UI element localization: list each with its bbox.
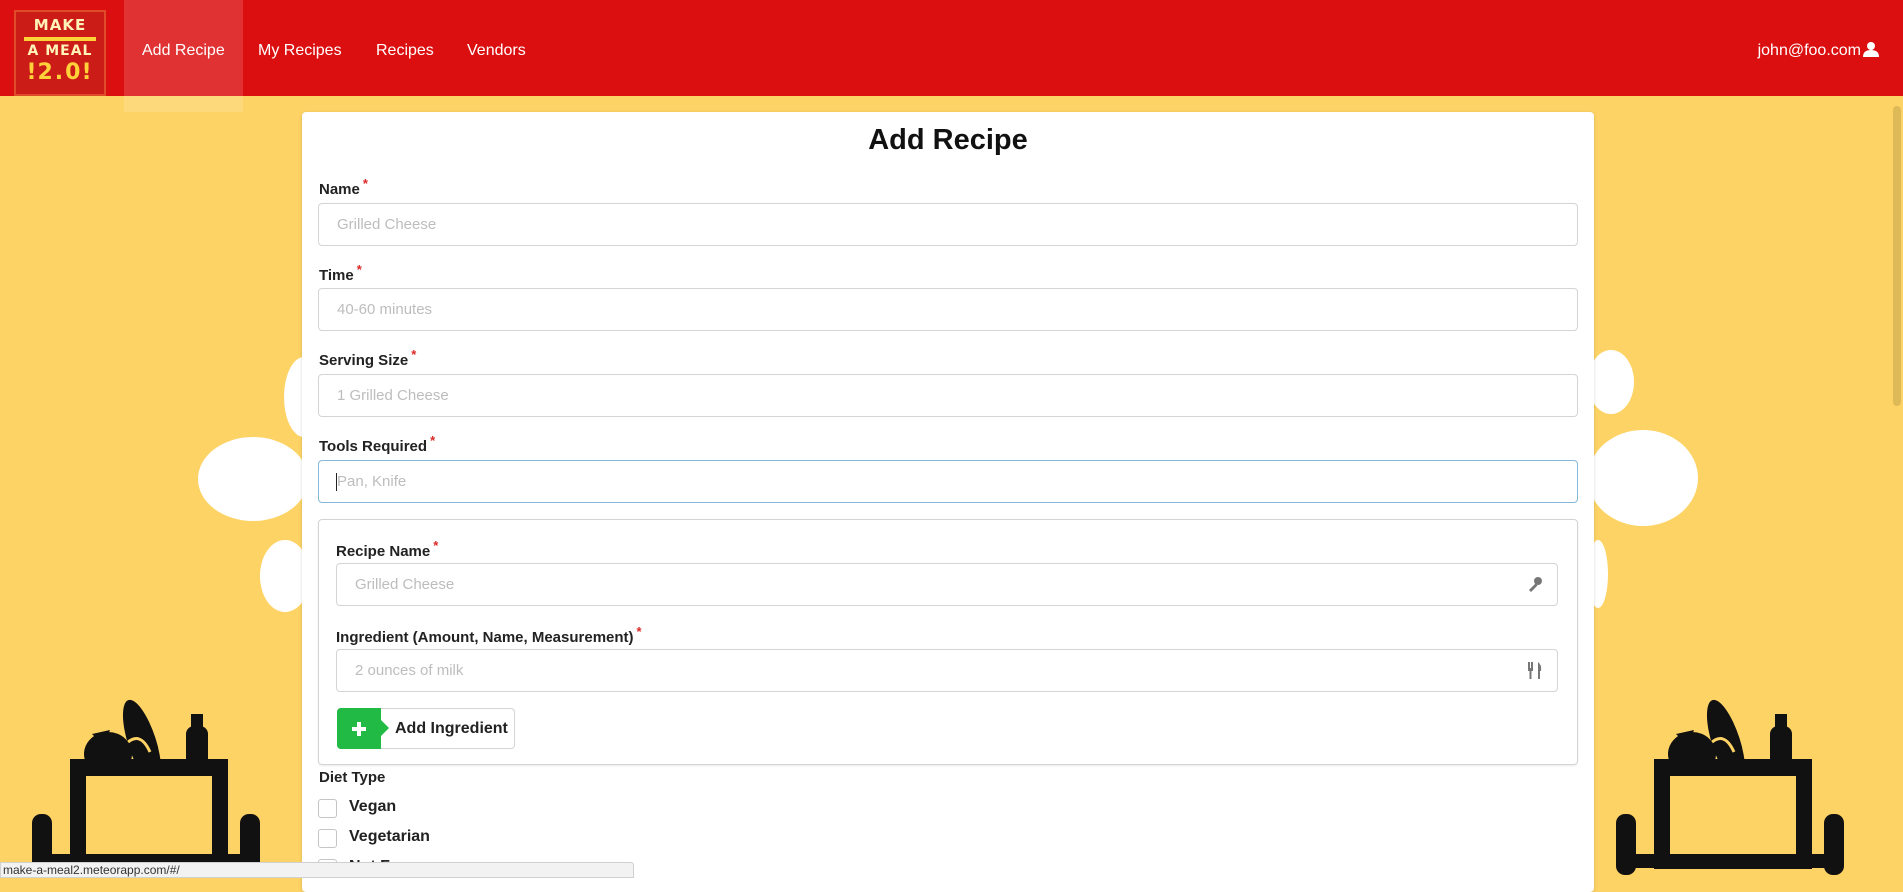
- required-mark: *: [636, 624, 642, 639]
- name-input[interactable]: Grilled Cheese: [318, 203, 1578, 246]
- fork-icon: ǃ: [82, 60, 93, 85]
- nav-vendors[interactable]: Vendors: [449, 0, 544, 96]
- user-icon: [1863, 42, 1879, 57]
- status-bar-url: make-a-meal2.meteorapp.com/#/: [0, 862, 634, 878]
- ingredient-input[interactable]: 2 ounces of milk: [336, 649, 1558, 692]
- vegan-label[interactable]: Vegan: [349, 798, 396, 816]
- recipe-name-placeholder: Grilled Cheese: [355, 576, 455, 593]
- logo-text-line1: MAKE: [33, 16, 87, 34]
- key-icon: [1529, 577, 1542, 592]
- add-recipe-form: Add Recipe Name * Grilled Cheese Time * 40…: [302, 112, 1594, 892]
- time-input[interactable]: 40-60 minutes: [318, 288, 1578, 331]
- page-title: Add Recipe: [868, 124, 1028, 156]
- grocery-basket-icon: [32, 699, 260, 875]
- user-menu[interactable]: john@foo.com: [1758, 0, 1879, 96]
- name-label: Name *: [319, 176, 368, 198]
- tools-placeholder: Pan, Knife: [337, 473, 407, 490]
- ingredient-placeholder: 2 ounces of milk: [355, 662, 464, 679]
- nav-add-recipe[interactable]: Add Recipe: [124, 0, 243, 112]
- nav-my-recipes[interactable]: My Recipes: [240, 0, 360, 96]
- background-blob: [1588, 430, 1698, 526]
- name-placeholder: Grilled Cheese: [337, 216, 437, 233]
- vegan-checkbox[interactable]: [318, 799, 337, 818]
- ingredient-section: Recipe Name * Grilled Cheese Ingredient (…: [318, 519, 1578, 765]
- required-mark: *: [411, 347, 417, 362]
- background-blob: [198, 437, 308, 521]
- time-label: Time *: [319, 262, 362, 284]
- make-a-meal-logo[interactable]: MAKE A MEAL ǃ2.0ǃ: [14, 10, 106, 96]
- vegetarian-checkbox[interactable]: [318, 829, 337, 848]
- tools-required-input[interactable]: Pan, Knife: [318, 460, 1578, 503]
- serving-size-input[interactable]: 1 Grilled Cheese: [318, 374, 1578, 417]
- serving-size-placeholder: 1 Grilled Cheese: [337, 387, 449, 404]
- required-mark: *: [356, 262, 362, 277]
- logo-divider: [24, 37, 96, 41]
- vegetarian-label[interactable]: Vegetarian: [349, 828, 430, 846]
- page-scrollbar[interactable]: [1891, 96, 1903, 875]
- logo-version-text: 2.0: [37, 60, 83, 85]
- grocery-basket-icon: [1616, 699, 1844, 875]
- time-placeholder: 40-60 minutes: [337, 301, 433, 318]
- logo-text-line2: A MEAL: [27, 43, 93, 59]
- ingredient-label: Ingredient (Amount, Name, Measurement) *: [336, 624, 642, 646]
- serving-size-label: Serving Size *: [319, 347, 417, 369]
- tools-required-label: Tools Required *: [319, 433, 436, 455]
- add-ingredient-button[interactable]: Add Ingredient: [337, 708, 515, 749]
- diet-type-label: Diet Type: [319, 769, 386, 786]
- top-navbar: MAKE A MEAL ǃ2.0ǃ Add Recipe My Recipes …: [0, 0, 1903, 112]
- background-blob: [1588, 350, 1634, 414]
- recipe-name-input[interactable]: Grilled Cheese: [336, 563, 1558, 606]
- user-email: john@foo.com: [1757, 42, 1861, 59]
- logo-version: ǃ2.0ǃ: [16, 60, 104, 85]
- recipe-name-label: Recipe Name *: [336, 538, 439, 560]
- required-mark: *: [430, 433, 436, 448]
- required-mark: *: [362, 176, 368, 191]
- plus-icon: [337, 708, 389, 749]
- add-ingredient-label: Add Ingredient: [395, 720, 508, 737]
- nav-recipes[interactable]: Recipes: [358, 0, 452, 96]
- required-mark: *: [433, 538, 439, 553]
- utensils-icon: [1528, 662, 1542, 679]
- spoon-icon: ǃ: [27, 60, 38, 85]
- scrollbar-thumb[interactable]: [1893, 106, 1901, 406]
